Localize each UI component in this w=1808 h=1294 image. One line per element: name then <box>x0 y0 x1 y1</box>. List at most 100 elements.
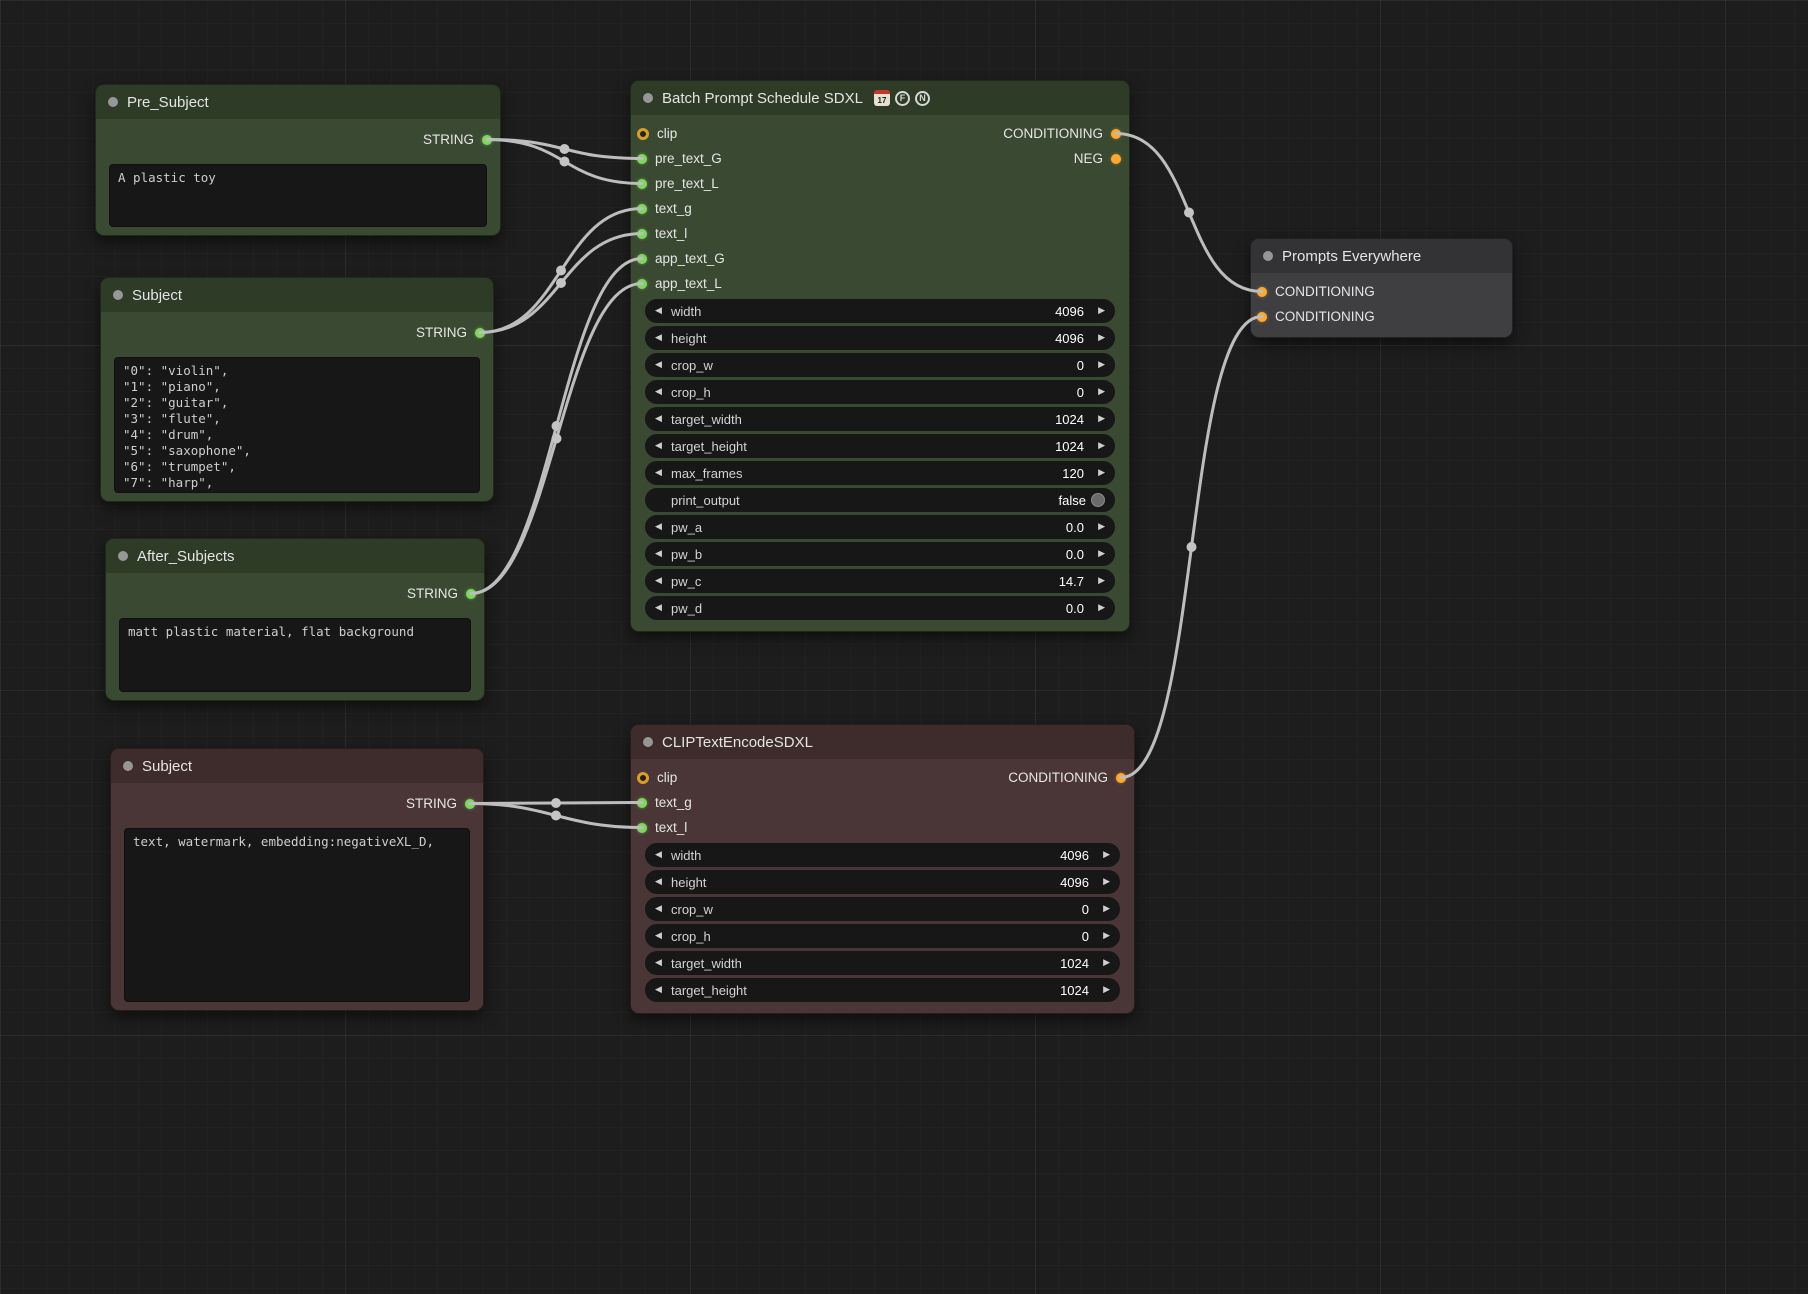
node-pre-subject[interactable]: Pre_Subject STRING A plastic toy <box>95 84 501 236</box>
collapse-dot-icon[interactable] <box>113 290 123 300</box>
decrement-arrow-icon[interactable]: ◀ <box>655 576 671 586</box>
string-port-dot[interactable] <box>482 135 492 145</box>
collapse-dot-icon[interactable] <box>643 737 653 747</box>
text-widget[interactable]: A plastic toy <box>109 164 487 227</box>
widget-pw-b[interactable]: ◀ pw_b 0.0 ▶ <box>645 542 1115 566</box>
decrement-arrow-icon[interactable]: ◀ <box>655 904 671 914</box>
string-port-dot[interactable] <box>637 254 647 264</box>
widget-crop-w[interactable]: ◀ crop_w 0 ▶ <box>645 897 1120 921</box>
conditioning-port-dot[interactable] <box>1257 312 1267 322</box>
node-title-bar[interactable]: Prompts Everywhere <box>1251 239 1512 273</box>
string-port-dot[interactable] <box>465 799 475 809</box>
increment-arrow-icon[interactable]: ▶ <box>1089 549 1105 559</box>
string-port-dot[interactable] <box>637 179 647 189</box>
increment-arrow-icon[interactable]: ▶ <box>1089 333 1105 343</box>
string-port-dot[interactable] <box>475 328 485 338</box>
collapse-dot-icon[interactable] <box>123 761 133 771</box>
increment-arrow-icon[interactable]: ▶ <box>1094 958 1110 968</box>
toggle-knob[interactable] <box>1091 493 1105 507</box>
widget-height[interactable]: ◀ height 4096 ▶ <box>645 326 1115 350</box>
node-batch-prompt-schedule[interactable]: Batch Prompt Schedule SDXL 17 F N clip p… <box>630 80 1130 632</box>
widget-target-height[interactable]: ◀ target_height 1024 ▶ <box>645 434 1115 458</box>
conditioning-port-dot[interactable] <box>1257 287 1267 297</box>
port-label: text_g <box>655 201 692 216</box>
increment-arrow-icon[interactable]: ▶ <box>1094 850 1110 860</box>
widget-crop-w[interactable]: ◀ crop_w 0 ▶ <box>645 353 1115 377</box>
node-title-bar[interactable]: Subject <box>111 749 483 783</box>
increment-arrow-icon[interactable]: ▶ <box>1089 522 1105 532</box>
decrement-arrow-icon[interactable]: ◀ <box>655 414 671 424</box>
increment-arrow-icon[interactable]: ▶ <box>1089 468 1105 478</box>
decrement-arrow-icon[interactable]: ◀ <box>655 360 671 370</box>
node-title-bar[interactable]: Pre_Subject <box>96 85 500 119</box>
decrement-arrow-icon[interactable]: ◀ <box>655 306 671 316</box>
decrement-arrow-icon[interactable]: ◀ <box>655 468 671 478</box>
output-port-conditioning: CONDITIONING <box>631 765 1134 790</box>
string-port-dot[interactable] <box>637 279 647 289</box>
string-port-dot[interactable] <box>637 229 647 239</box>
increment-arrow-icon[interactable]: ▶ <box>1089 306 1105 316</box>
text-widget[interactable]: text, watermark, embedding:negativeXL_D, <box>124 828 470 1002</box>
decrement-arrow-icon[interactable]: ◀ <box>655 549 671 559</box>
widget-height[interactable]: ◀ height 4096 ▶ <box>645 870 1120 894</box>
decrement-arrow-icon[interactable]: ◀ <box>655 931 671 941</box>
collapse-dot-icon[interactable] <box>643 93 653 103</box>
widget-value: 1024 <box>1055 412 1089 427</box>
port-label: NEG <box>1074 151 1103 166</box>
decrement-arrow-icon[interactable]: ◀ <box>655 522 671 532</box>
port-label: pre_text_L <box>655 176 719 191</box>
text-widget[interactable]: matt plastic material, flat background <box>119 618 471 692</box>
widget-target-height[interactable]: ◀ target_height 1024 ▶ <box>645 978 1120 1002</box>
decrement-arrow-icon[interactable]: ◀ <box>655 333 671 343</box>
node-prompts-everywhere[interactable]: Prompts Everywhere CONDITIONING CONDITIO… <box>1250 238 1513 338</box>
text-widget[interactable]: "0": "violin", "1": "piano", "2": "guita… <box>114 357 480 493</box>
widget-width[interactable]: ◀ width 4096 ▶ <box>645 843 1120 867</box>
widget-crop-h[interactable]: ◀ crop_h 0 ▶ <box>645 380 1115 404</box>
node-negative-subject[interactable]: Subject STRING text, watermark, embeddin… <box>110 748 484 1011</box>
widget-pw-c[interactable]: ◀ pw_c 14.7 ▶ <box>645 569 1115 593</box>
widget-pw-a[interactable]: ◀ pw_a 0.0 ▶ <box>645 515 1115 539</box>
decrement-arrow-icon[interactable]: ◀ <box>655 877 671 887</box>
node-after-subjects[interactable]: After_Subjects STRING matt plastic mater… <box>105 538 485 701</box>
string-port-dot[interactable] <box>637 823 647 833</box>
node-title-bar[interactable]: Subject <box>101 278 493 312</box>
collapse-dot-icon[interactable] <box>1263 251 1273 261</box>
node-title-bar[interactable]: CLIPTextEncodeSDXL <box>631 725 1134 759</box>
decrement-arrow-icon[interactable]: ◀ <box>655 958 671 968</box>
conditioning-port-dot[interactable] <box>1116 773 1126 783</box>
decrement-arrow-icon[interactable]: ◀ <box>655 441 671 451</box>
conditioning-port-dot[interactable] <box>1111 129 1121 139</box>
decrement-arrow-icon[interactable]: ◀ <box>655 850 671 860</box>
increment-arrow-icon[interactable]: ▶ <box>1094 985 1110 995</box>
widget-crop-h[interactable]: ◀ crop_h 0 ▶ <box>645 924 1120 948</box>
increment-arrow-icon[interactable]: ▶ <box>1089 603 1105 613</box>
neg-port-dot[interactable] <box>1111 154 1121 164</box>
string-port-dot[interactable] <box>637 204 647 214</box>
increment-arrow-icon[interactable]: ▶ <box>1089 414 1105 424</box>
increment-arrow-icon[interactable]: ▶ <box>1094 904 1110 914</box>
increment-arrow-icon[interactable]: ▶ <box>1089 387 1105 397</box>
node-title-bar[interactable]: After_Subjects <box>106 539 484 573</box>
widget-max-frames[interactable]: ◀ max_frames 120 ▶ <box>645 461 1115 485</box>
decrement-arrow-icon[interactable]: ◀ <box>655 603 671 613</box>
increment-arrow-icon[interactable]: ▶ <box>1094 931 1110 941</box>
string-port-dot[interactable] <box>637 798 647 808</box>
node-subject-list[interactable]: Subject STRING "0": "violin", "1": "pian… <box>100 277 494 502</box>
string-port-dot[interactable] <box>466 589 476 599</box>
decrement-arrow-icon[interactable]: ◀ <box>655 985 671 995</box>
widget-target-width[interactable]: ◀ target_width 1024 ▶ <box>645 951 1120 975</box>
increment-arrow-icon[interactable]: ▶ <box>1089 576 1105 586</box>
widget-pw-d[interactable]: ◀ pw_d 0.0 ▶ <box>645 596 1115 620</box>
node-title-bar[interactable]: Batch Prompt Schedule SDXL 17 F N <box>631 81 1129 115</box>
widget-value: 4096 <box>1055 331 1089 346</box>
collapse-dot-icon[interactable] <box>118 551 128 561</box>
widget-width[interactable]: ◀ width 4096 ▶ <box>645 299 1115 323</box>
decrement-arrow-icon[interactable]: ◀ <box>655 387 671 397</box>
increment-arrow-icon[interactable]: ▶ <box>1089 441 1105 451</box>
collapse-dot-icon[interactable] <box>108 97 118 107</box>
widget-print-output[interactable]: print_output false <box>645 488 1115 512</box>
increment-arrow-icon[interactable]: ▶ <box>1089 360 1105 370</box>
widget-target-width[interactable]: ◀ target_width 1024 ▶ <box>645 407 1115 431</box>
increment-arrow-icon[interactable]: ▶ <box>1094 877 1110 887</box>
node-clip-text-encode-sdxl[interactable]: CLIPTextEncodeSDXL clip text_g text_l CO… <box>630 724 1135 1014</box>
